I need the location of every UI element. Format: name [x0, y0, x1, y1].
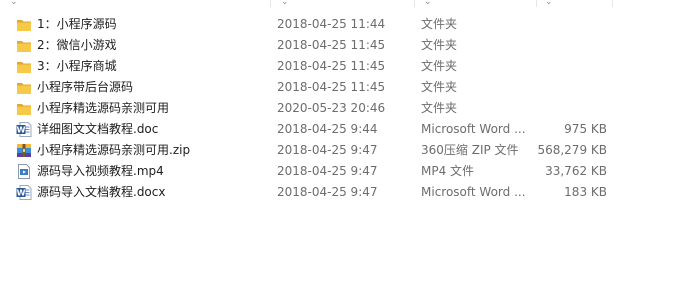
file-type: 文件夹	[421, 38, 458, 52]
file-row[interactable]: 1：小程序源码 2018-04-25 11:44 文件夹	[0, 14, 682, 35]
video-file-icon	[16, 164, 32, 179]
folder-icon	[16, 101, 32, 116]
file-name[interactable]: 小程序精选源码亲测可用	[37, 98, 269, 119]
folder-icon	[16, 17, 32, 32]
file-type: 文件夹	[421, 80, 458, 94]
column-divider[interactable]	[414, 0, 415, 7]
zip-archive-icon	[16, 143, 32, 158]
file-date-modified: 2018-04-25 9:47	[277, 164, 378, 178]
file-name[interactable]: 3：小程序商城	[37, 56, 269, 77]
file-date-modified: 2018-04-25 9:47	[277, 143, 378, 157]
file-date-modified: 2018-04-25 9:47	[277, 185, 378, 199]
column-header-strip: ⌄ ⌄ ⌄ ⌄	[0, 0, 682, 10]
file-type: 文件夹	[421, 101, 458, 115]
file-date-modified: 2018-04-25 11:44	[277, 17, 386, 31]
file-row[interactable]: 3：小程序商城 2018-04-25 11:45 文件夹	[0, 56, 682, 77]
file-row[interactable]: W 详细图文文档教程.doc 2018-04-25 9:44 Microsoft…	[0, 119, 682, 140]
file-type: 文件夹	[421, 59, 458, 73]
sort-arrow-icon[interactable]: ⌄	[545, 0, 553, 7]
sort-arrow-icon[interactable]: ⌄	[10, 0, 18, 7]
file-name[interactable]: 小程序带后台源码	[37, 77, 269, 98]
file-type: MP4 文件	[421, 164, 475, 178]
svg-text:W: W	[17, 189, 26, 198]
file-name[interactable]: 源码导入视频教程.mp4	[37, 161, 269, 182]
column-divider[interactable]	[536, 0, 537, 7]
file-size: 183 KB	[564, 185, 607, 199]
sort-arrow-icon[interactable]: ⌄	[424, 0, 432, 7]
file-date-modified: 2018-04-25 11:45	[277, 38, 386, 52]
folder-icon	[16, 59, 32, 74]
file-type: Microsoft Word ...	[421, 185, 526, 199]
file-type: 360压缩 ZIP 文件	[421, 143, 519, 157]
file-name[interactable]: 1：小程序源码	[37, 14, 269, 35]
file-date-modified: 2018-04-25 11:45	[277, 59, 386, 73]
column-divider[interactable]	[270, 0, 271, 7]
file-name[interactable]: 小程序精选源码亲测可用.zip	[37, 140, 269, 161]
file-name[interactable]: 2：微信小游戏	[37, 35, 269, 56]
file-date-modified: 2018-04-25 11:45	[277, 80, 386, 94]
file-row[interactable]: 小程序精选源码亲测可用 2020-05-23 20:46 文件夹	[0, 98, 682, 119]
file-date-modified: 2020-05-23 20:46	[277, 101, 386, 115]
file-size: 975 KB	[564, 122, 607, 136]
file-size: 568,279 KB	[537, 143, 607, 157]
file-list: 1：小程序源码 2018-04-25 11:44 文件夹 2：微信小游戏 201…	[0, 14, 682, 203]
folder-icon	[16, 80, 32, 95]
file-row[interactable]: 源码导入视频教程.mp4 2018-04-25 9:47 MP4 文件 33,7…	[0, 161, 682, 182]
file-row[interactable]: 小程序精选源码亲测可用.zip 2018-04-25 9:47 360压缩 ZI…	[0, 140, 682, 161]
svg-text:W: W	[17, 126, 26, 135]
file-name[interactable]: 详细图文文档教程.doc	[37, 119, 269, 140]
file-row[interactable]: W 源码导入文档教程.docx 2018-04-25 9:47 Microsof…	[0, 182, 682, 203]
folder-icon	[16, 38, 32, 53]
word-doc-icon: W	[16, 185, 32, 200]
file-type: 文件夹	[421, 17, 458, 31]
sort-arrow-icon[interactable]: ⌄	[281, 0, 289, 7]
file-row[interactable]: 2：微信小游戏 2018-04-25 11:45 文件夹	[0, 35, 682, 56]
file-date-modified: 2018-04-25 9:44	[277, 122, 378, 136]
column-divider[interactable]	[612, 0, 613, 7]
file-size: 33,762 KB	[545, 164, 607, 178]
file-name[interactable]: 源码导入文档教程.docx	[37, 182, 269, 203]
file-row[interactable]: 小程序带后台源码 2018-04-25 11:45 文件夹	[0, 77, 682, 98]
word-doc-icon: W	[16, 122, 32, 137]
file-type: Microsoft Word ...	[421, 122, 526, 136]
